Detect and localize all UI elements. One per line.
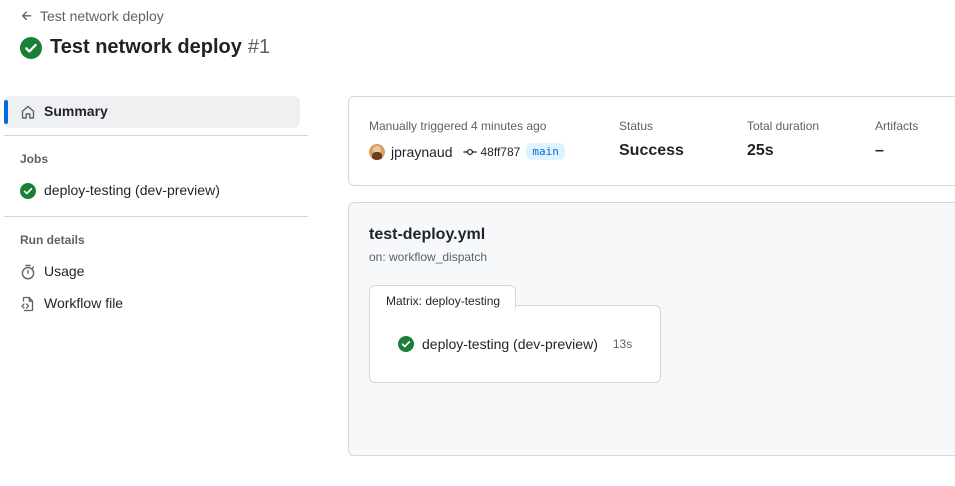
artifacts-label: Artifacts bbox=[875, 119, 919, 133]
active-indicator bbox=[4, 100, 8, 124]
duration-label: Total duration bbox=[747, 119, 820, 133]
run-details-heading: Run details bbox=[20, 233, 85, 247]
commit-link[interactable]: 48ff787 bbox=[462, 144, 521, 159]
avatar[interactable] bbox=[369, 143, 385, 160]
sidebar-item-label: Usage bbox=[44, 263, 85, 279]
matrix-label: Matrix: deploy-testing bbox=[369, 285, 516, 309]
workflow-trigger: on: workflow_dispatch bbox=[369, 250, 488, 264]
workflow-file-name[interactable]: test-deploy.yml bbox=[369, 226, 485, 244]
sidebar-item-workflow-file[interactable]: Workflow file bbox=[4, 290, 300, 318]
workflow-name: Test network deploy bbox=[50, 36, 242, 58]
success-check-icon bbox=[20, 183, 36, 199]
run-summary-card: Manually triggered 4 minutes ago jprayna… bbox=[348, 96, 955, 186]
job-duration: 13s bbox=[612, 337, 633, 351]
workflow-title: Test network deploy #1 bbox=[50, 36, 270, 59]
page-title: Test network deploy #1 bbox=[20, 36, 270, 59]
actor-link[interactable]: jpraynaud bbox=[391, 144, 453, 160]
graph-job-node[interactable]: deploy-testing (dev-preview) 13s bbox=[398, 336, 632, 352]
sidebar-divider bbox=[4, 216, 308, 217]
home-icon bbox=[21, 105, 35, 119]
matrix-group: deploy-testing (dev-preview) 13s bbox=[369, 305, 661, 383]
sidebar-item-job[interactable]: deploy-testing (dev-preview) bbox=[4, 177, 300, 205]
commit-sha: 48ff787 bbox=[480, 144, 521, 159]
sidebar-item-summary[interactable]: Summary bbox=[4, 96, 300, 128]
sidebar-item-label: Workflow file bbox=[44, 295, 124, 311]
artifacts-value: – bbox=[875, 142, 884, 159]
success-check-icon bbox=[398, 336, 414, 352]
trigger-details: jpraynaud 48ff787 main bbox=[369, 143, 565, 160]
jobs-heading: Jobs bbox=[20, 152, 49, 166]
branch-badge[interactable]: main bbox=[526, 143, 565, 160]
arrow-left-icon bbox=[21, 11, 32, 21]
status-value: Success bbox=[619, 142, 684, 159]
git-commit-icon bbox=[462, 148, 477, 155]
back-link[interactable]: Test network deploy bbox=[20, 8, 164, 24]
back-link-label: Test network deploy bbox=[40, 8, 164, 24]
sidebar-item-usage[interactable]: Usage bbox=[4, 258, 300, 286]
workflow-graph: test-deploy.yml on: workflow_dispatch Ma… bbox=[348, 202, 955, 456]
job-name: deploy-testing (dev-preview) bbox=[422, 336, 598, 352]
file-code-icon bbox=[21, 296, 34, 312]
success-check-icon bbox=[20, 36, 42, 59]
trigger-text: Manually triggered 4 minutes ago bbox=[369, 119, 547, 133]
status-label: Status bbox=[619, 119, 654, 133]
sidebar-item-label: deploy-testing (dev-preview) bbox=[44, 182, 220, 198]
sidebar-item-label: Summary bbox=[44, 103, 108, 119]
run-number: #1 bbox=[247, 36, 271, 58]
stopwatch-icon bbox=[21, 264, 35, 280]
duration-value: 25s bbox=[747, 142, 774, 159]
sidebar-divider bbox=[4, 135, 308, 136]
